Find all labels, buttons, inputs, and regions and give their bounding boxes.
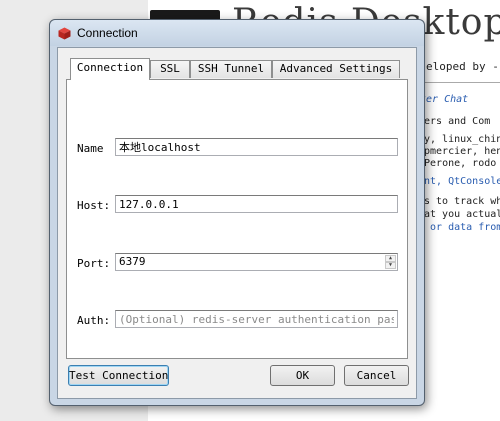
connection-tab-panel: Name Host: Port: ▲ ▼ Auth: — [66, 79, 408, 359]
tab-advanced-settings[interactable]: Advanced Settings — [272, 60, 400, 78]
port-spin-buttons[interactable]: ▲ ▼ — [385, 255, 396, 269]
host-label: Host: — [77, 199, 111, 212]
cancel-button[interactable]: Cancel — [344, 365, 409, 386]
name-label: Name — [77, 142, 104, 155]
connection-dialog: Connection Connection SSL SSH Tunnel Adv… — [49, 19, 425, 406]
port-stepper[interactable]: ▲ ▼ — [115, 253, 398, 271]
tab-ssl[interactable]: SSL — [150, 60, 190, 78]
test-connection-button[interactable]: Test Connection — [68, 365, 169, 386]
background-text-line: s to track whi — [424, 196, 500, 207]
dialog-title: Connection — [77, 26, 138, 40]
background-text-line: at you actuall — [424, 209, 500, 220]
spin-up-icon[interactable]: ▲ — [385, 255, 396, 262]
background-text-line: pmercier, hen — [424, 146, 500, 157]
background-text-line: kers and Com — [418, 116, 491, 127]
background-link-qtconsole[interactable]: ent, QtConsole — [418, 176, 500, 187]
background-text-line: lPerone, rodo — [418, 158, 497, 169]
redis-app-icon — [58, 27, 71, 40]
host-input[interactable] — [115, 195, 398, 213]
background-subtitle: eloped by - — [426, 60, 499, 73]
auth-label: Auth: — [77, 314, 111, 327]
background-divider — [420, 82, 500, 83]
tab-ssh-tunnel[interactable]: SSH Tunnel — [190, 60, 272, 78]
ok-button[interactable]: OK — [270, 365, 335, 386]
tab-bar: Connection SSL SSH Tunnel Advanced Setti… — [66, 58, 406, 80]
auth-input[interactable] — [115, 310, 398, 328]
tab-connection[interactable]: Connection — [70, 58, 150, 80]
background-text-line: y, linux_chin — [424, 134, 500, 145]
background-link-data[interactable]: n or data from — [418, 222, 500, 233]
spin-down-icon[interactable]: ▼ — [385, 262, 396, 269]
name-input[interactable] — [115, 138, 398, 156]
dialog-titlebar[interactable]: Connection — [50, 20, 424, 46]
background-link-chat[interactable]: ter Chat — [420, 94, 468, 105]
dialog-client-area: Connection SSL SSH Tunnel Advanced Setti… — [57, 47, 417, 399]
port-label: Port: — [77, 257, 111, 270]
port-input[interactable] — [116, 254, 376, 269]
